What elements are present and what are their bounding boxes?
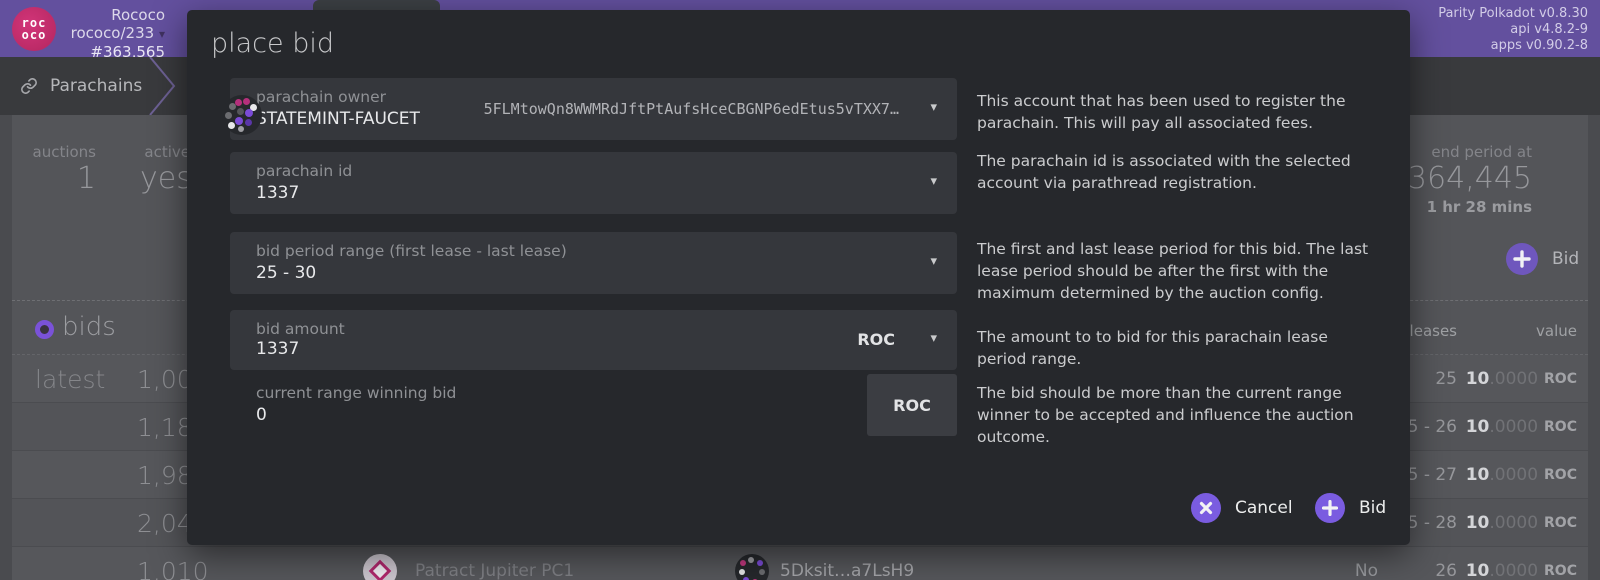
bid-amount: 1,18	[137, 403, 193, 451]
plus-icon	[1315, 493, 1345, 523]
logo-text-line2: oco	[22, 29, 47, 41]
chain-selector[interactable]: Rococo rococo/233 ▾ #363,565	[70, 6, 165, 61]
bid-leases: 26	[1435, 547, 1457, 580]
close-icon	[1191, 493, 1221, 523]
page-bid-button[interactable]: Bid	[1506, 243, 1579, 275]
version-info: Parity Polkadot v0.8.30 api v4.8.2-9 app…	[1438, 6, 1588, 54]
parachain-owner-select[interactable]: parachain owner STATEMINT-FAUCET 5FLMtow…	[230, 78, 957, 140]
bid-amount: 1,98	[137, 451, 193, 499]
nav-parachains-label: Parachains	[50, 76, 142, 96]
cancel-button[interactable]: Cancel	[1191, 493, 1293, 523]
parachain-name: Patract Jupiter PC1	[415, 547, 574, 580]
bid-amount: 1,010	[137, 547, 209, 580]
field-label: bid period range (first lease - last lea…	[256, 242, 567, 260]
bid-amount-input[interactable]: bid amount 1337 ROC ▾	[230, 310, 957, 370]
bid-value: 10.0000ROC	[1466, 403, 1577, 451]
place-bid-modal: place bid parachain owner STATEMINT-FAUC…	[187, 10, 1410, 545]
bid-value: 10.0000ROC	[1466, 451, 1577, 499]
bid-tag: latest	[35, 355, 105, 403]
bid-period-range-value: 25 - 30	[256, 263, 316, 283]
bid-value: 10.0000ROC	[1466, 499, 1577, 547]
owner-account-address: 5FLMtowQn8WWMRdJftPtAufsHceCBGNP6edEtus5…	[484, 100, 899, 118]
parachain-id-select[interactable]: parachain id 1337 ▾	[230, 152, 957, 214]
field-label: bid amount	[256, 320, 345, 338]
bid-value: 10.0000ROC	[1466, 547, 1577, 580]
table-row: 1,010 Patract Jupiter PC1 5Dksit…a7LsH9 …	[12, 547, 1588, 580]
bid-own: No	[1355, 547, 1378, 580]
chevron-down-icon[interactable]: ▾	[930, 100, 937, 115]
node-version: Parity Polkadot v0.8.30	[1438, 6, 1588, 22]
rococo-logo[interactable]: roc oco	[12, 7, 56, 51]
cancel-button-label: Cancel	[1235, 498, 1293, 518]
bid-button-label: Bid	[1359, 498, 1386, 518]
apps-version: apps v0.90.2-8	[1438, 38, 1588, 54]
plus-icon	[1506, 243, 1538, 275]
chevron-down-icon: ▾	[159, 27, 165, 41]
parachain-logo-icon	[363, 554, 397, 580]
auctions-summary: auctions 1	[25, 143, 96, 196]
bids-dot-icon	[35, 320, 54, 339]
field-label: current range winning bid	[256, 384, 456, 402]
col-header-value: value	[1536, 322, 1577, 340]
chevron-down-icon[interactable]: ▾	[930, 331, 937, 346]
help-range: The first and last lease period for this…	[977, 238, 1369, 304]
auctions-value: 1	[25, 161, 96, 196]
help-amount: The amount to to bid for this parachain …	[977, 326, 1369, 370]
account-address[interactable]: 5Dksit…a7LsH9	[780, 547, 914, 580]
api-version: api v4.8.2-9	[1438, 22, 1588, 38]
link-icon	[20, 77, 38, 95]
bid-leases: 25	[1435, 355, 1457, 403]
field-label: parachain owner	[256, 88, 386, 106]
col-header-leases: leases	[1410, 322, 1457, 340]
owner-account-name: STATEMINT-FAUCET	[256, 109, 420, 129]
help-parachain-id: The parachain id is associated with the …	[977, 150, 1369, 194]
chain-endpoint[interactable]: rococo/233 ▾	[70, 24, 165, 43]
bid-value: 10.0000ROC	[1466, 355, 1577, 403]
help-owner: This account that has been used to regis…	[977, 90, 1369, 134]
chevron-down-icon[interactable]: ▾	[930, 174, 937, 189]
network-name: Rococo	[70, 6, 165, 24]
field-label: parachain id	[256, 162, 352, 180]
bid-submit-button[interactable]: Bid	[1315, 493, 1386, 523]
bid-period-range-select[interactable]: bid period range (first lease - last lea…	[230, 232, 957, 294]
owner-identicon	[222, 95, 262, 135]
active-label: active	[140, 143, 190, 161]
chevron-down-icon[interactable]: ▾	[930, 254, 937, 269]
app-root: roc oco Rococo rococo/233 ▾ #363,565 Par…	[0, 0, 1600, 580]
active-summary: active yes	[140, 143, 190, 196]
bid-amount: 1,00	[137, 355, 193, 403]
token-unit-box: ROC	[867, 374, 957, 436]
page-bid-button-label: Bid	[1552, 249, 1579, 269]
token-unit: ROC	[857, 330, 895, 349]
current-winning-bid-field: current range winning bid 0	[230, 374, 957, 436]
current-winning-bid-value: 0	[256, 405, 267, 425]
bid-amount-value: 1337	[256, 339, 299, 359]
auctions-label: auctions	[25, 143, 96, 161]
active-value: yes	[140, 161, 190, 196]
modal-title: place bid	[211, 28, 334, 59]
help-winning: The bid should be more than the current …	[977, 382, 1369, 448]
account-identicon[interactable]	[735, 554, 769, 580]
breadcrumb-arrow-icon	[148, 57, 182, 115]
sidebar-item-parachains[interactable]: Parachains	[20, 57, 142, 115]
parachain-id-value: 1337	[256, 183, 299, 203]
bids-table-title: bids	[62, 312, 116, 342]
bid-amount: 2,04	[137, 499, 193, 547]
